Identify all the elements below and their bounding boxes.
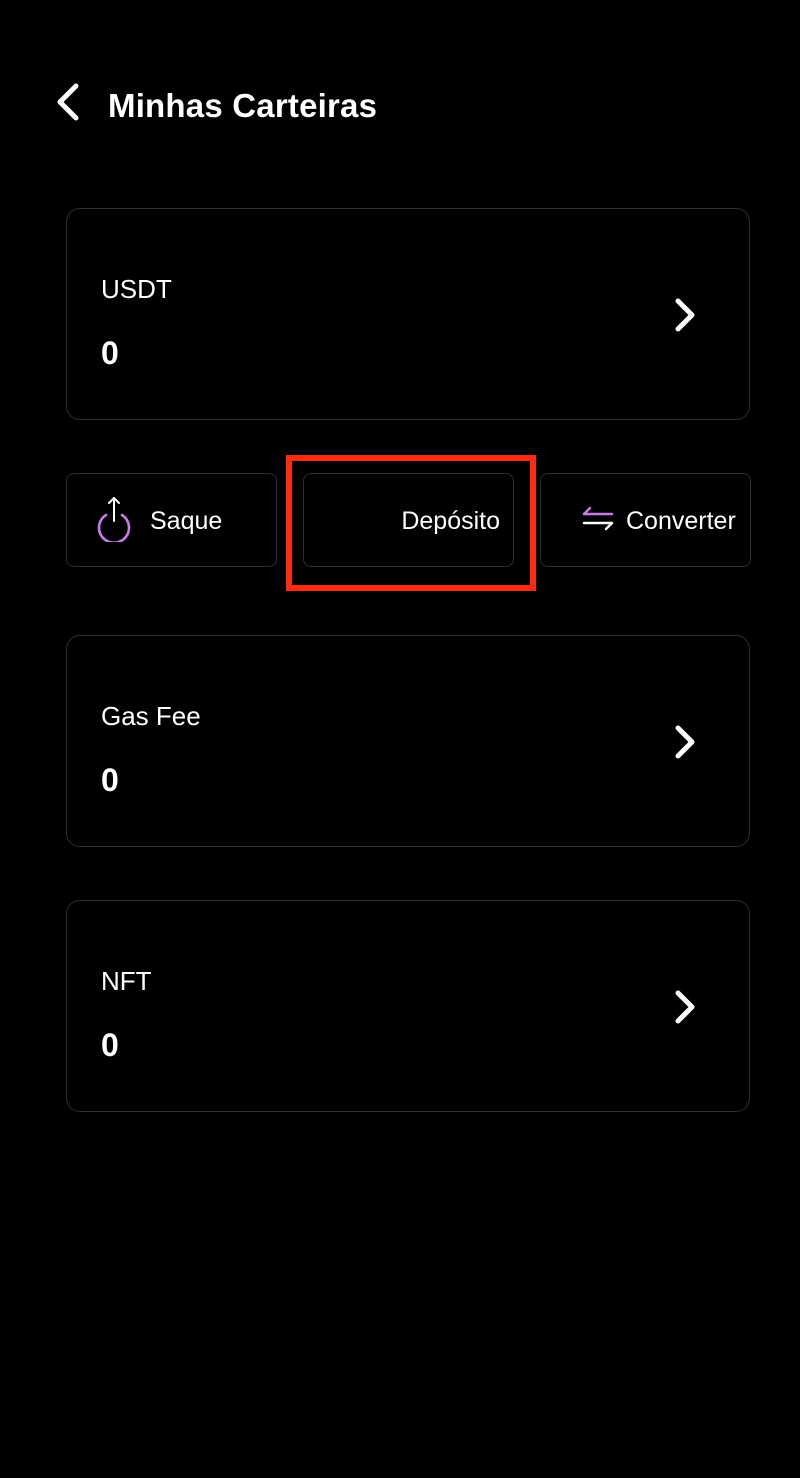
chevron-right-icon	[675, 990, 695, 1024]
wallet-balance: 0	[101, 762, 119, 798]
chevron-right-icon	[675, 725, 695, 759]
wallet-name: Gas Fee	[101, 701, 201, 731]
wallet-balance: 0	[101, 1027, 119, 1063]
page-title: Minhas Carteiras	[108, 87, 378, 124]
back-button[interactable]	[48, 80, 88, 124]
header: Minhas Carteiras	[0, 70, 800, 140]
deposit-label: Depósito	[401, 507, 500, 535]
chevron-left-icon	[57, 83, 79, 121]
wallet-name: NFT	[101, 966, 152, 996]
chevron-right-icon	[675, 298, 695, 332]
withdraw-label: Saque	[150, 507, 223, 535]
convert-button[interactable]: Converter	[540, 473, 751, 567]
withdraw-button[interactable]: Saque	[66, 473, 277, 567]
wallet-balance: 0	[101, 335, 119, 371]
wallet-card-usdt[interactable]: USDT 0	[66, 208, 750, 420]
wallet-card-nft[interactable]: NFT 0	[66, 900, 750, 1112]
upload-icon	[97, 497, 131, 542]
wallet-card-gas-fee[interactable]: Gas Fee 0	[66, 635, 750, 847]
swap-arrows-icon	[582, 506, 614, 531]
wallet-name: USDT	[101, 274, 172, 304]
deposit-button[interactable]: Depósito	[303, 473, 514, 567]
convert-label: Converter	[626, 507, 736, 535]
